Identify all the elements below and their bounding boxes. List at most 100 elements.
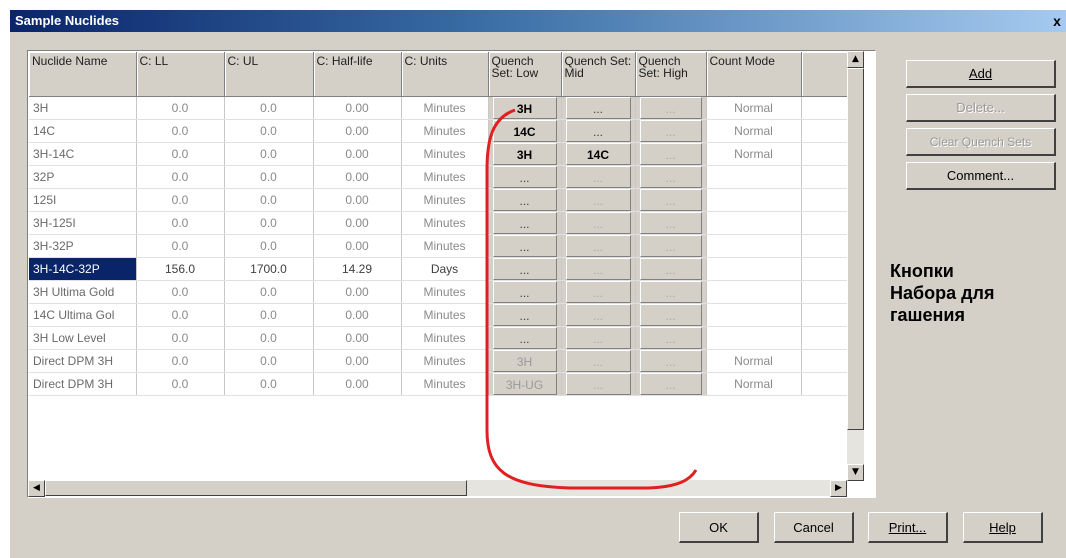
table-row[interactable]: 3H 0.0 0.0 0.00 Minutes 3H...... Normal bbox=[29, 96, 848, 120]
column-header-c-units[interactable]: C: Units bbox=[401, 52, 489, 97]
quench-set-mid-button[interactable]: ... bbox=[565, 166, 631, 188]
cell-nuclide-name[interactable]: 3H Ultima Gold bbox=[29, 280, 137, 304]
cell-units[interactable]: Minutes bbox=[401, 349, 489, 373]
quench-set-low-button[interactable]: ... bbox=[492, 189, 557, 211]
quench-set-high-button[interactable]: ... bbox=[639, 350, 702, 372]
cell-ul[interactable]: 0.0 bbox=[224, 326, 314, 350]
cell-ll[interactable]: 0.0 bbox=[136, 280, 225, 304]
quench-set-high-button[interactable]: ... bbox=[639, 189, 702, 211]
table-row[interactable]: 3H-14C 0.0 0.0 0.00 Minutes 3H 14C... Normal bbox=[29, 142, 848, 166]
delete-button[interactable]: Delete... bbox=[906, 94, 1056, 122]
quench-set-mid-button[interactable]: ... bbox=[565, 120, 631, 142]
quench-set-low-button[interactable]: ... bbox=[492, 281, 557, 303]
quench-set-high-button[interactable]: ... bbox=[639, 327, 702, 349]
quench-set-low-button[interactable]: ... bbox=[492, 327, 557, 349]
cell-units[interactable]: Minutes bbox=[401, 188, 489, 212]
vertical-scrollbar[interactable]: ▲ ▼ bbox=[847, 51, 864, 481]
table-row[interactable]: Direct DPM 3H 0.0 0.0 0.00 Minutes 3H...... No… bbox=[29, 349, 848, 373]
cell-ul[interactable]: 0.0 bbox=[224, 188, 314, 212]
cell-ll[interactable]: 0.0 bbox=[136, 142, 225, 166]
cell-count-mode[interactable] bbox=[706, 303, 802, 327]
horizontal-scroll-thumb[interactable] bbox=[45, 480, 467, 496]
column-header-quench-low[interactable]: Quench Set: Low bbox=[488, 52, 562, 97]
cell-units[interactable]: Minutes bbox=[401, 96, 489, 120]
cell-nuclide-name[interactable]: 3H-14C bbox=[29, 142, 137, 166]
quench-set-high-button[interactable]: ... bbox=[639, 304, 702, 326]
cell-ul[interactable]: 0.0 bbox=[224, 280, 314, 304]
quench-set-high-button[interactable]: ... bbox=[639, 281, 702, 303]
scroll-left-arrow-icon[interactable]: ◀ bbox=[28, 480, 45, 497]
cell-ll[interactable]: 0.0 bbox=[136, 234, 225, 258]
column-header-c-ul[interactable]: C: UL bbox=[224, 52, 314, 97]
print-button[interactable]: Print... bbox=[868, 512, 948, 543]
quench-set-mid-button[interactable]: 14C bbox=[565, 143, 631, 165]
quench-set-low-button[interactable]: ... bbox=[492, 258, 557, 280]
scroll-right-arrow-icon[interactable]: ▶ bbox=[830, 480, 847, 497]
table-row[interactable]: Direct DPM 3H 0.0 0.0 0.00 Minutes 3H-UG.....… bbox=[29, 372, 848, 396]
cell-units[interactable]: Minutes bbox=[401, 372, 489, 396]
cell-ul[interactable]: 0.0 bbox=[224, 303, 314, 327]
quench-set-mid-button[interactable]: ... bbox=[565, 327, 631, 349]
table-row[interactable]: 32P 0.0 0.0 0.00 Minutes......... bbox=[29, 165, 848, 189]
quench-set-high-button[interactable]: ... bbox=[639, 143, 702, 165]
cell-ul[interactable]: 0.0 bbox=[224, 165, 314, 189]
cell-ul[interactable]: 0.0 bbox=[224, 211, 314, 235]
column-header-c-half-life[interactable]: C: Half-life bbox=[313, 52, 402, 97]
cell-half[interactable]: 0.00 bbox=[313, 188, 402, 212]
quench-set-mid-button[interactable]: ... bbox=[565, 281, 631, 303]
cell-count-mode[interactable]: Normal bbox=[706, 119, 802, 143]
quench-set-high-button[interactable]: ... bbox=[639, 166, 702, 188]
cell-count-mode[interactable]: Normal bbox=[706, 349, 802, 373]
scroll-down-arrow-icon[interactable]: ▼ bbox=[847, 464, 864, 481]
help-button[interactable]: Help bbox=[963, 512, 1043, 543]
cell-nuclide-name[interactable]: 3H-14C-32P bbox=[29, 257, 137, 281]
cell-half[interactable]: 0.00 bbox=[313, 280, 402, 304]
cell-nuclide-name[interactable]: 32P bbox=[29, 165, 137, 189]
cell-half[interactable]: 0.00 bbox=[313, 234, 402, 258]
cell-count-mode[interactable] bbox=[706, 211, 802, 235]
add-button[interactable]: Add bbox=[906, 60, 1056, 88]
cell-units[interactable]: Minutes bbox=[401, 165, 489, 189]
quench-set-mid-button[interactable]: ... bbox=[565, 304, 631, 326]
cell-half[interactable]: 0.00 bbox=[313, 326, 402, 350]
horizontal-scrollbar[interactable]: ◀ ▶ bbox=[28, 480, 847, 497]
cell-count-mode[interactable] bbox=[706, 234, 802, 258]
cell-ul[interactable]: 0.0 bbox=[224, 119, 314, 143]
cell-half[interactable]: 0.00 bbox=[313, 96, 402, 120]
quench-set-mid-button[interactable]: ... bbox=[565, 212, 631, 234]
table-row[interactable]: 14C 0.0 0.0 0.00 Minutes 14C...... Normal bbox=[29, 119, 848, 143]
table-row[interactable]: 3H-14C-32P 156.0 1700.0 14.29 Days......... bbox=[29, 257, 848, 281]
cell-ll[interactable]: 0.0 bbox=[136, 349, 225, 373]
quench-set-low-button[interactable]: 3H bbox=[492, 143, 557, 165]
column-header-quench-mid[interactable]: Quench Set: Mid bbox=[561, 52, 636, 97]
quench-set-mid-button[interactable]: ... bbox=[565, 258, 631, 280]
cell-units[interactable]: Minutes bbox=[401, 303, 489, 327]
cancel-button[interactable]: Cancel bbox=[774, 512, 854, 543]
cell-ll[interactable]: 0.0 bbox=[136, 211, 225, 235]
quench-set-high-button[interactable]: ... bbox=[639, 258, 702, 280]
cell-nuclide-name[interactable]: 14C Ultima Gol bbox=[29, 303, 137, 327]
clear-quench-sets-button[interactable]: Clear Quench Sets bbox=[906, 128, 1056, 156]
table-row[interactable]: 3H-32P 0.0 0.0 0.00 Minutes......... bbox=[29, 234, 848, 258]
column-header-quench-high[interactable]: Quench Set: High bbox=[635, 52, 707, 97]
cell-nuclide-name[interactable]: Direct DPM 3H bbox=[29, 349, 137, 373]
cell-nuclide-name[interactable]: Direct DPM 3H bbox=[29, 372, 137, 396]
cell-ll[interactable]: 0.0 bbox=[136, 119, 225, 143]
cell-ll[interactable]: 0.0 bbox=[136, 303, 225, 327]
cell-units[interactable]: Minutes bbox=[401, 234, 489, 258]
cell-ul[interactable]: 0.0 bbox=[224, 142, 314, 166]
cell-units[interactable]: Minutes bbox=[401, 326, 489, 350]
cell-nuclide-name[interactable]: 125I bbox=[29, 188, 137, 212]
cell-count-mode[interactable] bbox=[706, 165, 802, 189]
cell-units[interactable]: Minutes bbox=[401, 142, 489, 166]
cell-ul[interactable]: 0.0 bbox=[224, 234, 314, 258]
cell-ul[interactable]: 1700.0 bbox=[224, 257, 314, 281]
cell-nuclide-name[interactable]: 3H-32P bbox=[29, 234, 137, 258]
column-header-count-mode[interactable]: Count Mode bbox=[706, 52, 802, 97]
quench-set-low-button[interactable]: ... bbox=[492, 235, 557, 257]
cell-count-mode[interactable]: Normal bbox=[706, 96, 802, 120]
scroll-up-arrow-icon[interactable]: ▲ bbox=[847, 51, 864, 68]
ok-button[interactable]: OK bbox=[679, 512, 759, 543]
cell-count-mode[interactable] bbox=[706, 326, 802, 350]
cell-ul[interactable]: 0.0 bbox=[224, 96, 314, 120]
